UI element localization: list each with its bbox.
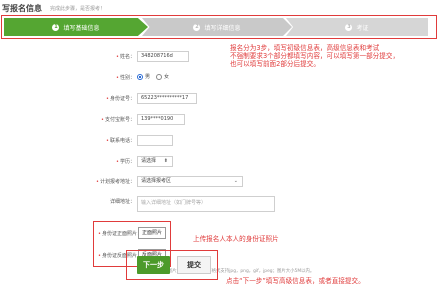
upload-annotation: 上传报名人本人的身份证照片: [193, 235, 279, 243]
step-progress-bar: 1 填写基础信息 2 填写详细信息 3 考证: [4, 18, 434, 36]
id-number-label: •身份证号：: [106, 96, 135, 102]
id-front-label: •身份证正面照片：: [98, 231, 142, 237]
submit-annotation: 点击“下一步”填写高级信息表，或者直接提交。: [226, 277, 365, 285]
step-detail-info[interactable]: 2 填写详细信息: [142, 18, 292, 36]
gender-radio-group: 男 女: [137, 73, 175, 80]
steps-highlight-frame: 1 填写基础信息 2 填写详细信息 3 考证: [1, 15, 437, 39]
page-subtitle: 完成此步骤，是否报考！: [50, 6, 106, 12]
chevron-down-icon: ⌄: [233, 178, 238, 184]
page-title: 写报名信息: [2, 4, 42, 13]
address-textarea[interactable]: 输入详细地址（如门牌号等）: [137, 196, 275, 212]
form-row-contact: •联系电话：: [0, 135, 439, 147]
education-label: •学历：: [116, 159, 135, 165]
gender-female-label: 女: [164, 74, 170, 80]
form-row-region: •计划报考地址： 请选择报考区 ⌄: [0, 176, 439, 188]
step-label: 考证: [356, 24, 369, 32]
form-row-gender: •性别： 男 女: [0, 72, 439, 84]
gender-male-radio[interactable]: [137, 73, 143, 80]
step-basic-info[interactable]: 1 填写基础信息: [4, 18, 148, 36]
region-select[interactable]: 请选择报考区 ⌄: [137, 176, 243, 187]
region-label: •计划报考地址：: [96, 179, 135, 185]
form-row-id: •身份证号： 65223**********17: [0, 93, 439, 105]
gender-female-radio[interactable]: [156, 73, 163, 80]
region-value: 请选择报考区: [141, 178, 172, 184]
education-value: 请选择: [141, 158, 157, 164]
step-label: 填写基础信息: [63, 24, 100, 32]
id-front-upload-button[interactable]: 正面照片: [138, 227, 166, 239]
step-exam[interactable]: 3 考证: [286, 18, 428, 36]
contact-label: •联系电话：: [106, 138, 135, 144]
form-row-account: •支付宝账号： 139****0190: [0, 114, 439, 126]
form-row-address: 详细地址： 输入详细地址（如门牌号等）: [0, 196, 439, 212]
gender-male-label: 男: [145, 74, 151, 80]
address-label: 详细地址：: [109, 199, 135, 205]
name-field[interactable]: 348208716d: [137, 51, 189, 62]
form-row-education: •学历： 请选择 ⬍: [0, 156, 439, 168]
gender-label: •性别：: [116, 75, 135, 81]
step-number: 3: [345, 23, 353, 31]
next-step-button[interactable]: 下一步: [137, 256, 170, 274]
submit-button[interactable]: 提交: [177, 256, 211, 274]
education-select[interactable]: 请选择 ⬍: [137, 156, 173, 167]
account-label: •支付宝账号：: [101, 117, 135, 123]
step-label: 填写详细信息: [204, 24, 241, 32]
chevron-down-icon: ⬍: [163, 158, 168, 164]
step-number: 1: [52, 23, 60, 31]
account-field[interactable]: 139****0190: [137, 114, 185, 125]
contact-field[interactable]: [137, 135, 173, 146]
form-row-name: •姓名： 348208716d: [0, 51, 439, 63]
step-number: 2: [193, 23, 201, 31]
name-label: •姓名：: [116, 54, 135, 60]
id-number-field[interactable]: 65223**********17: [137, 93, 197, 104]
